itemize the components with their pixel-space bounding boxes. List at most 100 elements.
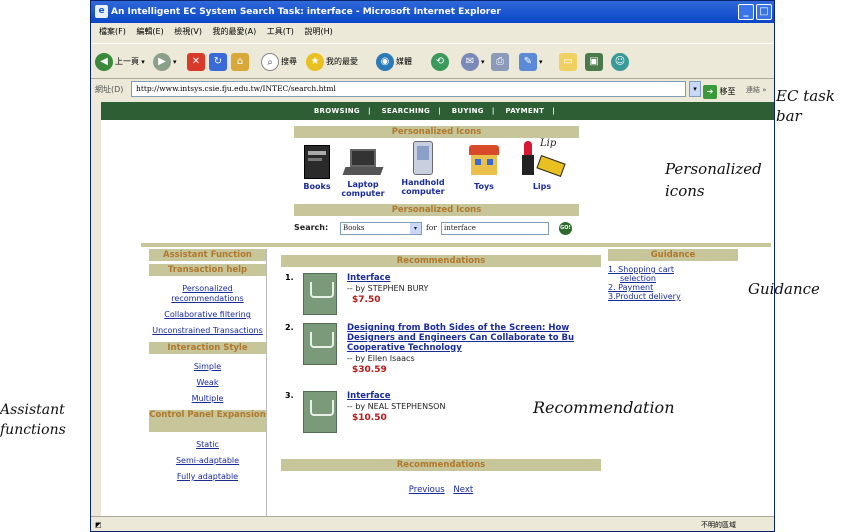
books-icon-link[interactable]: Books [300,145,334,191]
toolbar: ◀ 上一頁 ▾ ▶ ▾ ✕ ↻ ⌂ ⌕ 搜尋 ★ 我的最愛 ◉ 媒體 ⟲ ✉ ▾ ⎙ ✎ ▾ … [91,43,774,79]
menu-file[interactable]: 檔案(F) [99,27,126,36]
menu-bar: 檔案(F) 編輯(E) 檢視(V) 我的最愛(A) 工具(T) 說明(H) [91,23,774,41]
annotation-personalized-icons: Personalized icons [665,160,762,200]
address-dropdown-icon[interactable]: ▾ [689,81,701,97]
search-icon: ⌕ [261,52,279,71]
search-input[interactable]: interface [441,222,549,235]
search-go-button[interactable]: GO! [559,222,572,235]
search-row: Search: Books ▾ for interface GO! [294,220,579,238]
history-button[interactable]: ⟲ [431,52,451,72]
folder-icon: ▭ [559,52,577,71]
address-input[interactable]: http://www.intsys.csie.fju.edu.tw/INTEC/… [131,81,686,97]
recommendation-title-link-line2[interactable]: Designers and Engineers Can Collaborate … [347,333,602,343]
book-cover-icon[interactable] [303,273,337,315]
lips-icon-link[interactable]: Lip Lips [514,139,570,191]
links-button[interactable]: 連結 » [746,79,767,101]
print-button[interactable]: ⎙ [491,52,511,72]
price: $7.50 [352,295,381,305]
recommendations-footer: Recommendations [281,459,601,471]
control-panel-header: Control Panel Expansion [149,410,266,432]
guidance-header: Guidance [608,249,738,261]
tab-searching[interactable]: SEARCHING [382,107,431,115]
collaborative-filtering-link[interactable]: Collaborative filtering [149,310,266,320]
refresh-button[interactable]: ↻ [209,52,229,72]
mail-icon: ✉ [461,52,479,71]
book-cover-icon[interactable] [303,391,337,433]
address-label: 網址(D) [95,85,124,94]
transaction-help-header: Transaction help [149,264,266,276]
ec-task-bar: BROWSING | SEARCHING | BUYING | PAYMENT | [101,102,774,120]
weak-link[interactable]: Weak [149,378,266,388]
status-bar: ◩ 不明的區域 [91,516,774,531]
edit-button[interactable]: ✎ ▾ [519,52,543,72]
recommendation-item: 2. Designing from Both Sides of the Scre… [277,323,607,385]
interaction-style-header: Interaction Style [149,342,266,354]
guidance-shopping-cart-link[interactable]: 1. Shopping cart [608,265,738,274]
personalized-recommendations-link[interactable]: Personalized recommendations [149,284,266,304]
annotation-assistant-functions: Assistant functions [0,402,66,438]
guidance-panel: Guidance 1. Shopping cart selection 2. P… [608,249,738,349]
personalized-icons-footer: Personalized Icons [294,204,579,216]
mail-button[interactable]: ✉ ▾ [461,52,485,72]
menu-tools[interactable]: 工具(T) [267,27,294,36]
guidance-delivery-link[interactable]: 3.Product delivery [608,292,738,301]
laptop-icon-link[interactable]: Laptop computer [340,147,386,198]
search-button[interactable]: ⌕ 搜尋 [261,52,297,72]
guidance-selection-link[interactable]: selection [608,274,738,283]
star-icon: ★ [306,52,324,71]
history-icon: ⟲ [431,52,449,71]
simple-link[interactable]: Simple [149,362,266,372]
recommendation-title-link[interactable]: Designing from Both Sides of the Screen:… [347,323,602,333]
menu-help[interactable]: 說明(H) [304,27,332,36]
address-bar: 網址(D) http://www.intsys.csie.fju.edu.tw/… [91,79,774,101]
recommendation-title-link[interactable]: Interface [347,273,602,283]
folder-button[interactable]: ▭ [559,52,579,72]
forward-button[interactable]: ▶ ▾ [153,52,177,72]
page-status-icon: ◩ [95,521,102,529]
tab-payment[interactable]: PAYMENT [505,107,544,115]
browser-window: e An Intelligent EC System Search Task: … [90,0,775,532]
toys-icon [467,145,501,179]
semi-adaptable-link[interactable]: Semi-adaptable [149,456,266,466]
home-button[interactable]: ⌂ [231,52,251,72]
back-button[interactable]: ◀ 上一頁 ▾ [95,52,145,72]
media-button[interactable]: ◉ 媒體 [376,52,412,72]
menu-favorites[interactable]: 我的最愛(A) [213,27,257,36]
messenger-button[interactable]: ☺ [611,52,631,72]
lipstick-icon: Lip [516,139,568,179]
fully-adaptable-link[interactable]: Fully adaptable [149,472,266,482]
handhold-icon-link[interactable]: Handhold computer [398,141,448,196]
static-link[interactable]: Static [149,440,266,450]
recommendation-title-link-line3[interactable]: Cooperative Technology [347,343,602,353]
back-arrow-icon: ◀ [95,52,113,71]
tab-browsing[interactable]: BROWSING [314,107,360,115]
next-link[interactable]: Next [453,485,473,495]
tab-buying[interactable]: BUYING [452,107,484,115]
stop-button[interactable]: ✕ [187,52,207,72]
messenger-icon: ☺ [611,52,629,71]
title-bar: e An Intelligent EC System Search Task: … [91,1,774,23]
annotation-guidance: Guidance [748,280,820,298]
forward-arrow-icon: ▶ [153,52,171,71]
window-title: An Intelligent EC System Search Task: in… [111,7,501,17]
menu-view[interactable]: 檢視(V) [174,27,202,36]
personalized-icons-header: Personalized Icons [294,126,579,138]
previous-link[interactable]: Previous [409,485,445,495]
minimize-button[interactable]: _ [738,4,754,20]
discuss-button[interactable]: ▣ [585,52,605,72]
multiple-link[interactable]: Multiple [149,394,266,404]
pda-icon [413,141,433,175]
menu-edit[interactable]: 編輯(E) [136,27,163,36]
assistant-function-header: Assistant Function [149,249,266,261]
divider [141,243,771,247]
favorites-button[interactable]: ★ 我的最愛 [306,52,358,72]
home-icon: ⌂ [231,52,249,71]
unconstrained-transactions-link[interactable]: Unconstrained Transactions [149,326,266,336]
go-arrow-icon: ➔ [703,85,717,99]
maximize-button[interactable]: □ [756,4,772,20]
go-button[interactable]: ➔ 移至 [703,81,736,103]
toys-icon-link[interactable]: Toys [464,145,504,191]
guidance-payment-link[interactable]: 2. Payment [608,283,738,292]
book-cover-icon[interactable] [303,323,337,365]
category-select[interactable]: Books ▾ [340,222,422,235]
